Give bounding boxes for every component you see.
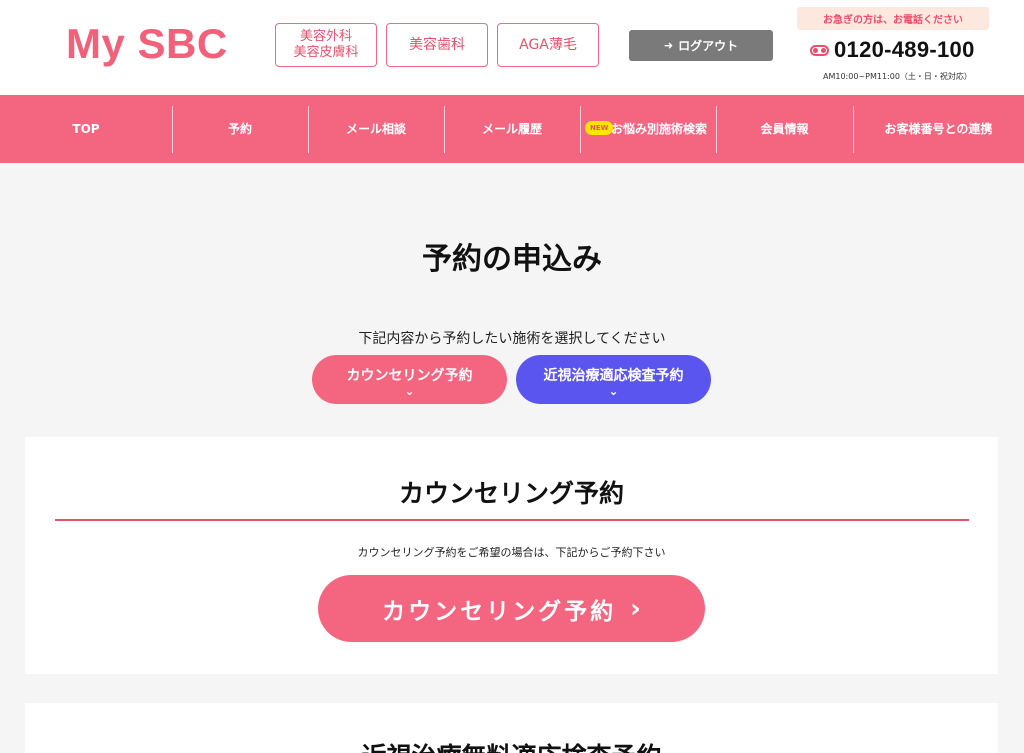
- myopia-exam-section: 近視治療無料適応検査予約: [25, 703, 998, 753]
- business-hours: AM10:00~PM11:00（土・日・祝対応）: [823, 72, 972, 81]
- dept-aga-button[interactable]: AGA薄毛: [497, 23, 599, 67]
- section-title: カウンセリング予約: [398, 479, 624, 508]
- chevron-down-icon: ⌄: [608, 383, 619, 398]
- counseling-reserve-button[interactable]: カウンセリング予約 ›: [318, 575, 705, 642]
- phone-contact[interactable]: 0120-489-100: [810, 37, 975, 63]
- counseling-anchor-button[interactable]: カウンセリング予約 ⌄: [312, 355, 507, 404]
- new-badge: NEW: [585, 121, 614, 135]
- myopia-exam-anchor-button[interactable]: 近視治療適応検査予約 ⌄: [516, 355, 711, 404]
- nav-item-label: お悩み別施術検索: [610, 121, 707, 136]
- chevron-down-icon: ⌄: [404, 383, 415, 398]
- counseling-section: カウンセリング予約 カウンセリング予約をご希望の場合は、下記からご予約下さい カ…: [25, 437, 998, 674]
- section-divider: [55, 519, 969, 521]
- nav-item-mail-consult[interactable]: メール相談: [308, 95, 444, 163]
- dept-label-line1: 美容外科: [299, 29, 352, 44]
- page-title: 予約の申込み: [422, 242, 602, 277]
- logo[interactable]: My SBC: [66, 20, 228, 68]
- urgent-call-notice: お急ぎの方は、お電話ください: [797, 7, 989, 30]
- free-dial-icon: [810, 44, 829, 56]
- anchor-label: カウンセリング予約: [346, 367, 473, 384]
- cta-label: カウンセリング予約: [382, 598, 617, 625]
- nav-item-reservation[interactable]: 予約: [172, 95, 308, 163]
- section-title: 近視治療無料適応検査予約: [25, 737, 998, 753]
- nav-item-member-info[interactable]: 会員情報: [716, 95, 853, 163]
- dept-cosmetic-surgery-button[interactable]: 美容外科 美容皮膚科: [275, 23, 377, 67]
- main-nav: TOP 予約 メール相談 メール履歴 NEW お悩み別施術検索 会員情報 お客様…: [0, 95, 1024, 163]
- chevron-right-icon: ›: [630, 593, 641, 624]
- nav-item-concern-search[interactable]: NEW お悩み別施術検索: [580, 95, 716, 163]
- nav-item-customer-link[interactable]: お客様番号との連携: [853, 95, 1024, 163]
- section-description: カウンセリング予約をご希望の場合は、下記からご予約下さい: [357, 546, 666, 559]
- dept-label-line2: 美容皮膚科: [293, 45, 359, 60]
- sign-out-icon: ➜: [663, 39, 674, 52]
- nav-item-mail-history[interactable]: メール履歴: [444, 95, 580, 163]
- logout-label: ログアウト: [678, 39, 739, 53]
- site-header: My SBC 美容外科 美容皮膚科 美容歯科 AGA薄毛 ➜ ログアウト お急ぎ…: [0, 0, 1024, 95]
- logout-button[interactable]: ➜ ログアウト: [629, 30, 773, 61]
- lead-text: 下記内容から予約したい施術を選択してください: [358, 331, 666, 347]
- dept-dental-button[interactable]: 美容歯科: [386, 23, 488, 67]
- phone-number: 0120-489-100: [834, 37, 975, 62]
- anchor-label: 近視治療適応検査予約: [543, 367, 684, 384]
- nav-item-top[interactable]: TOP: [0, 95, 172, 163]
